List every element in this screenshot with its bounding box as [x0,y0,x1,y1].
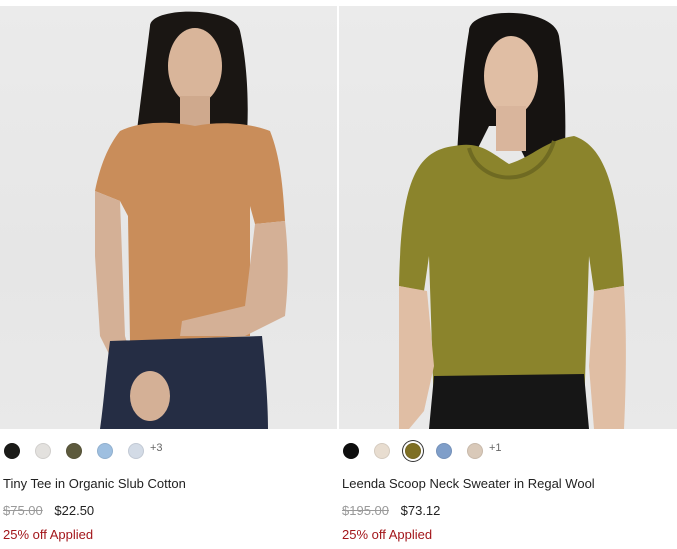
original-price: $195.00 [342,503,389,518]
color-swatch-black[interactable] [4,443,20,459]
product-image[interactable] [0,6,337,429]
color-swatch-olive-selected[interactable] [405,443,421,459]
promo-label: 25% off Applied [3,527,94,542]
more-colors-count[interactable]: +1 [489,442,502,454]
original-price: $75.00 [3,503,43,518]
color-swatch-blue[interactable] [436,443,452,459]
product-image[interactable] [339,6,677,429]
product-card[interactable]: +1 Leenda Scoop Neck Sweater in Regal Wo… [339,6,677,542]
model-photo-olive-sweater [399,12,626,429]
product-prices: $195.00 $73.12 [342,503,440,518]
promo-label: 25% off Applied [342,527,433,542]
product-prices: $75.00 $22.50 [3,503,94,518]
color-swatch-beige[interactable] [467,443,483,459]
color-swatch-black[interactable] [343,443,359,459]
color-swatches: +3 [4,440,163,462]
color-swatch-light-blue[interactable] [97,443,113,459]
color-swatch-pale-blue[interactable] [128,443,144,459]
model-photo-tan-tee [95,11,288,429]
sale-price: $22.50 [54,503,95,518]
product-name[interactable]: Leenda Scoop Neck Sweater in Regal Wool [342,476,595,491]
product-card[interactable]: +3 Tiny Tee in Organic Slub Cotton $75.0… [0,6,337,542]
sale-price: $73.12 [400,503,441,518]
color-swatch-olive[interactable] [66,443,82,459]
color-swatch-white[interactable] [35,443,51,459]
product-name[interactable]: Tiny Tee in Organic Slub Cotton [3,476,186,491]
color-swatch-ivory[interactable] [374,443,390,459]
more-colors-count[interactable]: +3 [150,442,163,454]
color-swatches: +1 [343,440,502,462]
